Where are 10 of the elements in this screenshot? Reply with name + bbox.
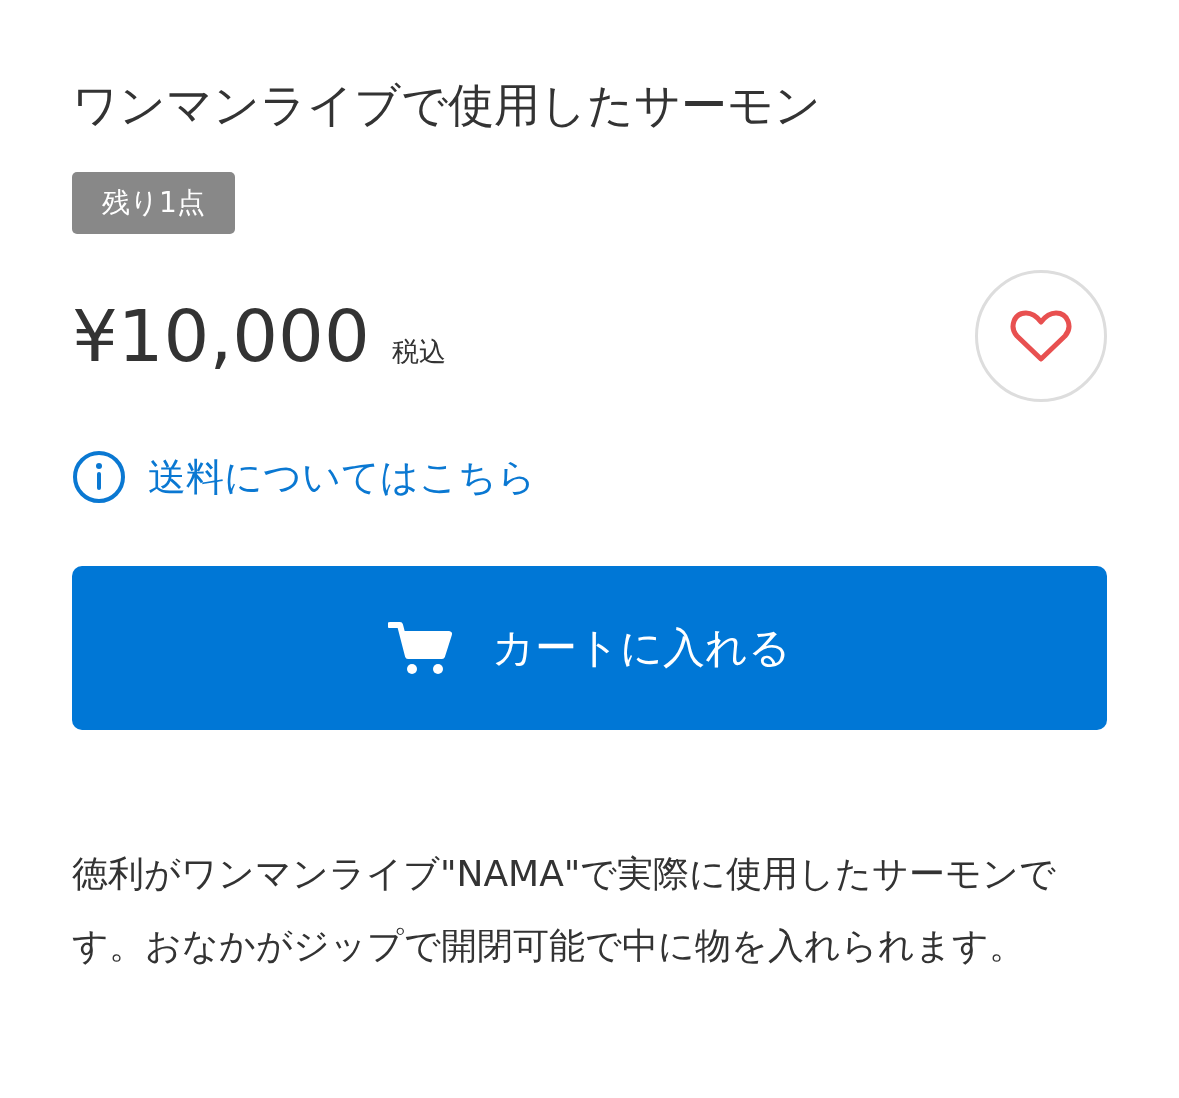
tax-note: 税込 xyxy=(391,335,446,369)
product-title: ワンマンライブで使用したサーモン xyxy=(72,77,821,134)
price: ¥10,000 xyxy=(72,294,370,378)
heart-icon xyxy=(1010,309,1072,363)
info-icon xyxy=(72,450,126,504)
stock-badge: 残り1点 xyxy=(72,172,235,234)
product-description: 徳利がワンマンライブ"NAMA"で実際に使用したサーモンです。おなかがジップで開閉可能で中に物を入れられます。 xyxy=(72,852,1058,968)
shipping-info-link[interactable]: 送料についてはこちら xyxy=(148,451,536,503)
cart-icon xyxy=(388,620,452,676)
add-to-cart-button[interactable]: カートに入れる xyxy=(72,566,1107,730)
